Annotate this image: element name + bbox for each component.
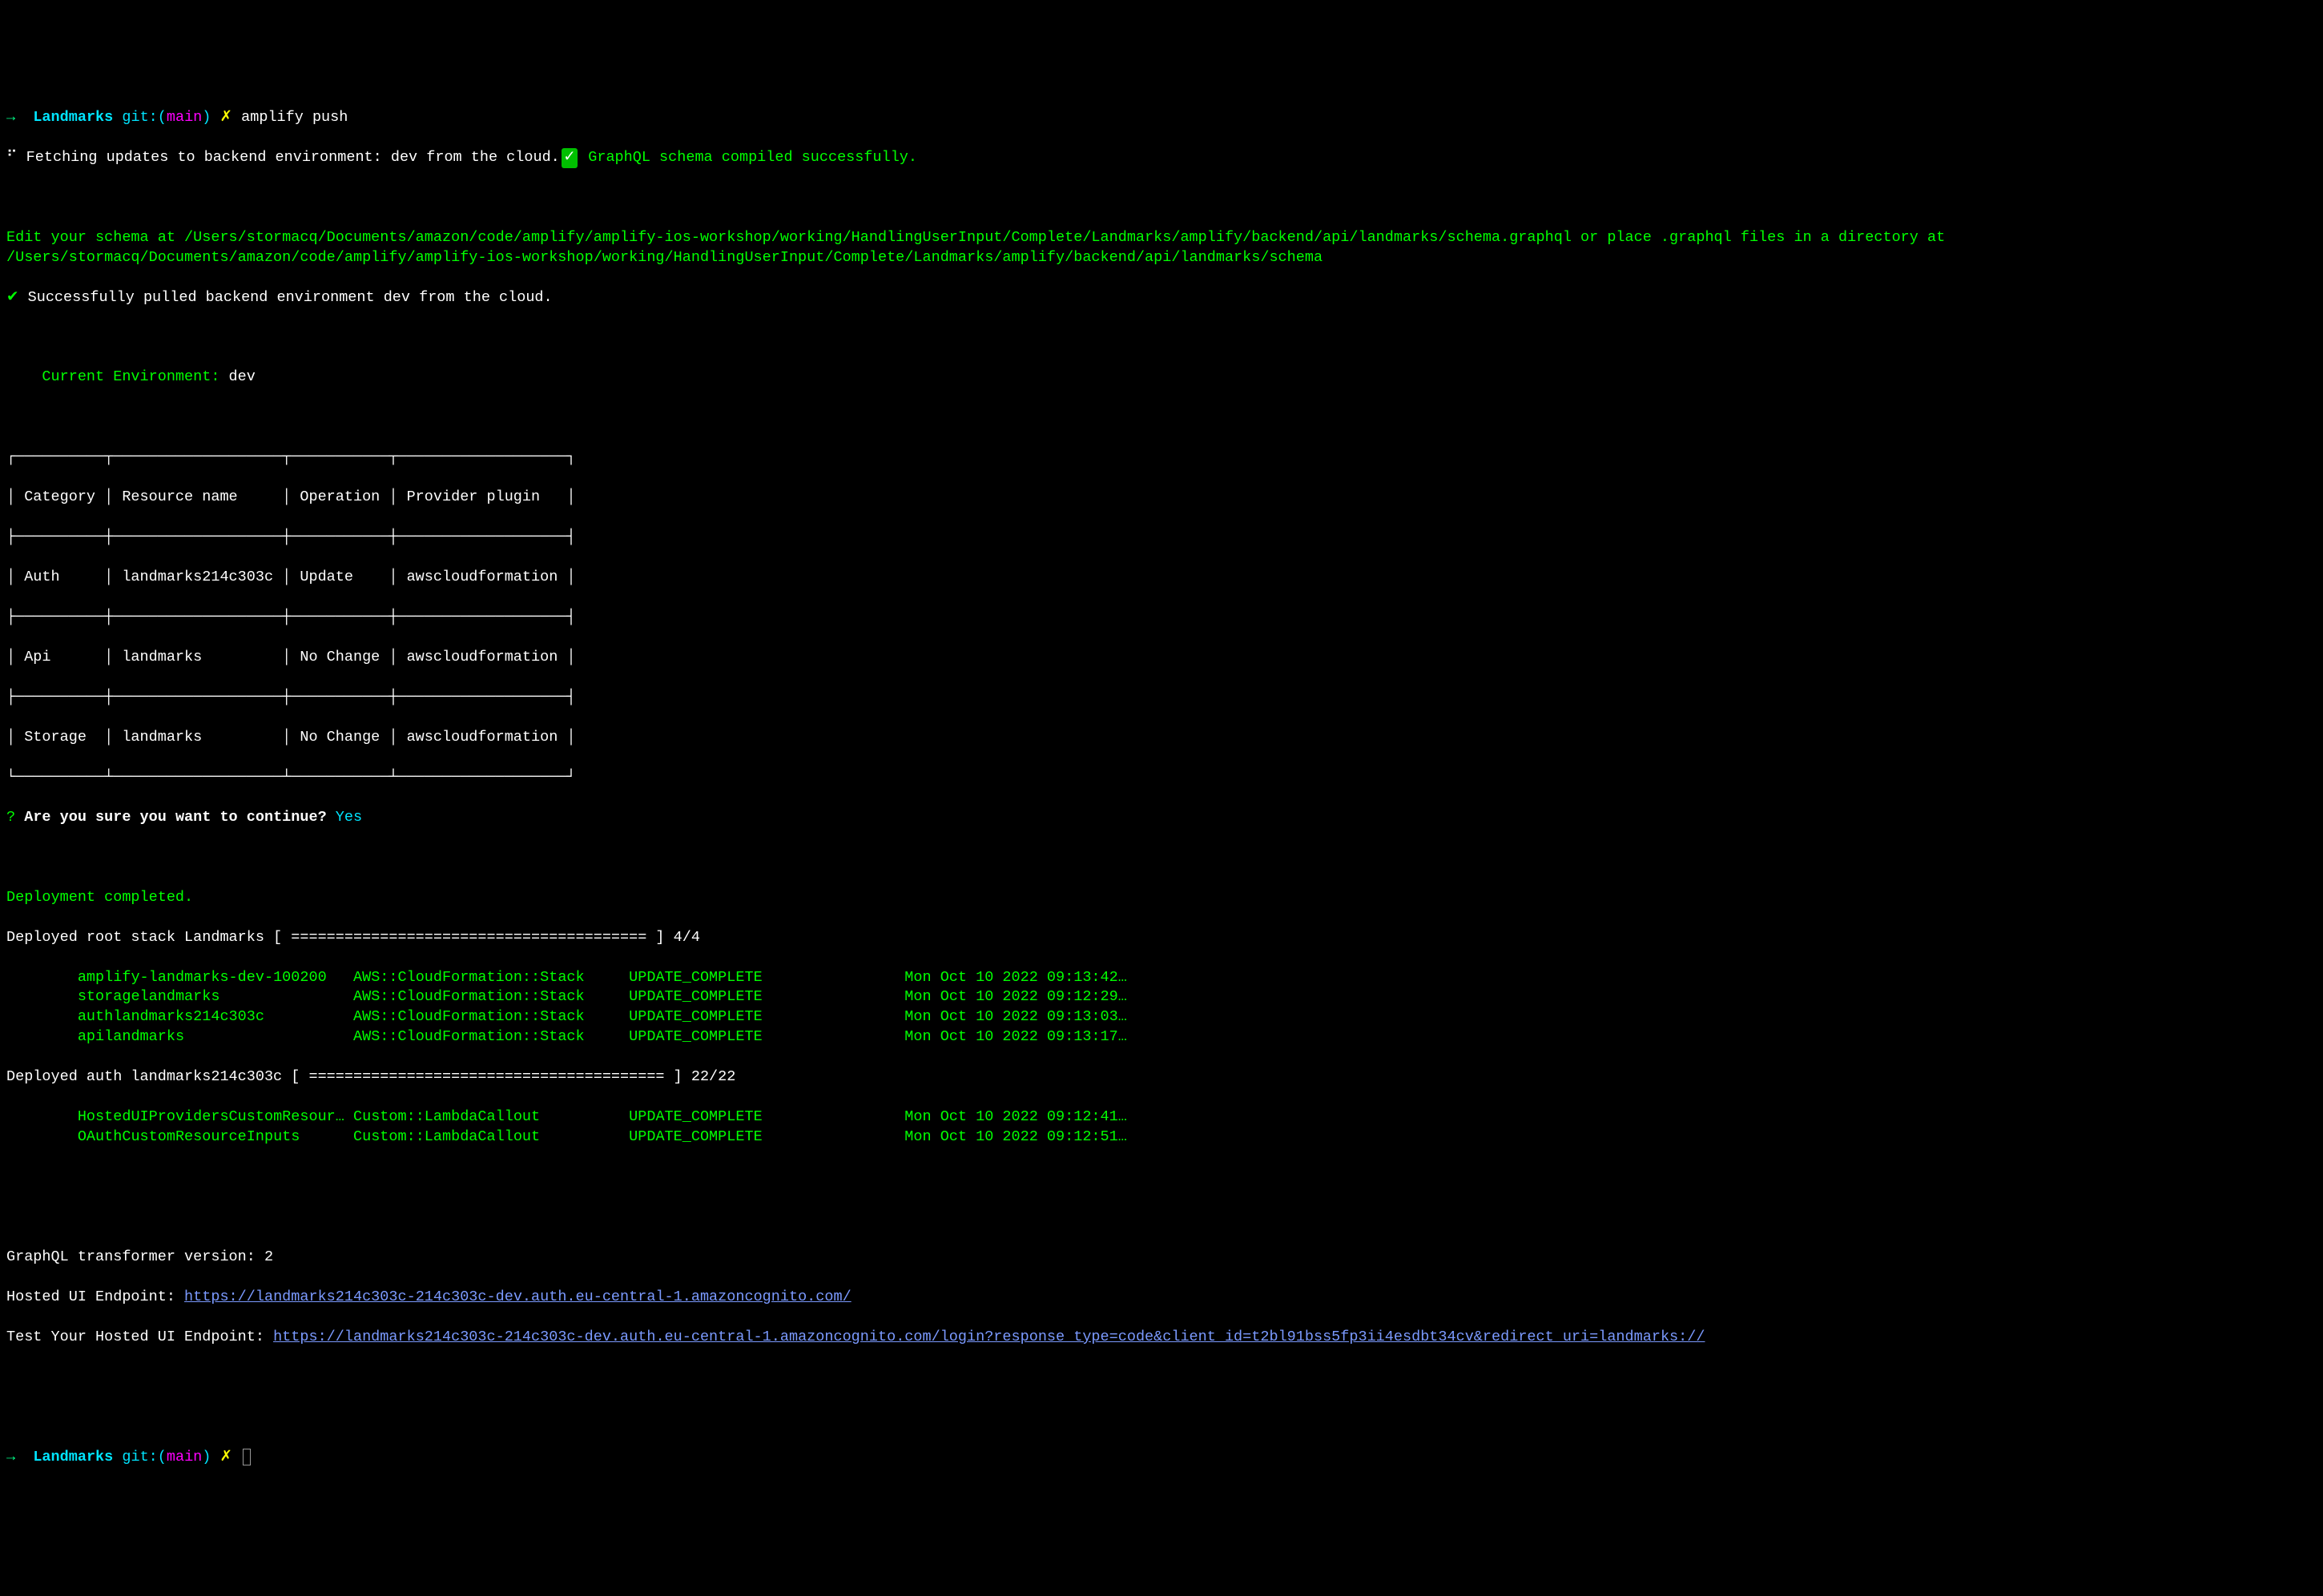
stack-row: OAuthCustomResourceInputs Custom::Lambda… [6, 1128, 2317, 1148]
stack-name: OAuthCustomResourceInputs [78, 1128, 353, 1145]
stack-name: authlandmarks214c303c [78, 1008, 353, 1025]
blank-line [6, 1408, 2317, 1428]
stack-timestamp: Mon Oct 10 2022 09:13:42… [904, 969, 1127, 986]
stack-type: AWS::CloudFormation::Stack [353, 969, 629, 986]
stack-type: Custom::LambdaCallout [353, 1128, 629, 1145]
check-icon: ✓ [562, 148, 578, 168]
auth-items: HostedUIProvidersCustomResour… Custom::L… [6, 1108, 2317, 1148]
blank-line [6, 848, 2317, 868]
graphql-transformer: GraphQL transformer version: 2 [6, 1248, 2317, 1268]
terminal-output[interactable]: → Landmarks git:(main) ✗ amplify push ⠋ … [6, 88, 2317, 1488]
env-label: Current Environment: [6, 368, 219, 385]
check-icon: ✔ [6, 289, 19, 306]
fetching-text: Fetching updates to backend environment:… [26, 149, 560, 166]
prompt-line-2[interactable]: → Landmarks git:(main) ✗ [6, 1448, 2317, 1468]
git-label: git:( [122, 109, 167, 126]
prompt-dir: Landmarks [33, 109, 113, 126]
git-label: git:( [122, 1449, 167, 1465]
table-sep: ├──────────┼───────────────────┼────────… [6, 688, 2317, 708]
stack-row: HostedUIProvidersCustomResour… Custom::L… [6, 1108, 2317, 1128]
git-branch: main [167, 109, 202, 126]
stack-row: authlandmarks214c303c AWS::CloudFormatio… [6, 1007, 2317, 1027]
table-row: │ Storage │ landmarks │ No Change │ awsc… [6, 728, 2317, 748]
hosted-url-link[interactable]: https://landmarks214c303c-214c303c-dev.a… [184, 1288, 851, 1305]
pulled-line: ✔ Successfully pulled backend environmen… [6, 288, 2317, 308]
stack-status: UPDATE_COMPLETE [629, 1008, 904, 1025]
hosted-endpoint-line: Hosted UI Endpoint: https://landmarks214… [6, 1288, 2317, 1308]
table-header: │ Category │ Resource name │ Operation │… [6, 488, 2317, 508]
git-branch: main [167, 1449, 202, 1465]
blank-line [6, 1208, 2317, 1228]
stack-row: storagelandmarks AWS::CloudFormation::St… [6, 987, 2317, 1007]
git-close: ) [202, 109, 211, 126]
stack-timestamp: Mon Oct 10 2022 09:12:51… [904, 1128, 1127, 1145]
table-sep: ├──────────┼───────────────────┼────────… [6, 528, 2317, 548]
table-row: │ Auth │ landmarks214c303c │ Update │ aw… [6, 568, 2317, 588]
confirm-answer: Yes [336, 809, 362, 826]
stack-status: UPDATE_COMPLETE [629, 1128, 904, 1145]
blank-line [6, 1368, 2317, 1388]
env-line: Current Environment: dev [6, 368, 2317, 388]
table-border-top: ┌──────────┬───────────────────┬────────… [6, 448, 2317, 468]
deployed-auth-line: Deployed auth landmarks214c303c [ ======… [6, 1067, 2317, 1087]
stack-timestamp: Mon Oct 10 2022 09:12:41… [904, 1108, 1127, 1125]
blank-line [6, 408, 2317, 428]
stack-type: AWS::CloudFormation::Stack [353, 1028, 629, 1045]
stack-name: apilandmarks [78, 1028, 353, 1045]
dirty-marker-icon: ✗ [220, 109, 233, 126]
prompt-arrow-icon: → [6, 1449, 15, 1465]
deployed-root-line: Deployed root stack Landmarks [ ========… [6, 928, 2317, 948]
blank-line [6, 188, 2317, 208]
stack-name: HostedUIProvidersCustomResour… [78, 1108, 353, 1125]
edit-schema-line: Edit your schema at /Users/stormacq/Docu… [6, 228, 2317, 268]
blank-line [6, 328, 2317, 348]
question-icon: ? [6, 809, 15, 826]
stack-name: storagelandmarks [78, 988, 353, 1005]
stack-timestamp: Mon Oct 10 2022 09:13:17… [904, 1028, 1127, 1045]
root-items: amplify-landmarks-dev-100200 AWS::CloudF… [6, 968, 2317, 1048]
cursor-icon [243, 1449, 251, 1465]
spinner-icon: ⠋ [6, 149, 18, 166]
confirm-text: Are you sure you want to continue? [24, 809, 326, 826]
stack-timestamp: Mon Oct 10 2022 09:12:29… [904, 988, 1127, 1005]
pulled-text: Successfully pulled backend environment … [28, 289, 553, 306]
table-row: │ Api │ landmarks │ No Change │ awscloud… [6, 648, 2317, 668]
stack-row: amplify-landmarks-dev-100200 AWS::CloudF… [6, 968, 2317, 988]
stack-name: amplify-landmarks-dev-100200 [78, 969, 353, 986]
stack-status: UPDATE_COMPLETE [629, 1108, 904, 1125]
stack-status: UPDATE_COMPLETE [629, 988, 904, 1005]
blank-line [6, 1168, 2317, 1188]
prompt-arrow-icon: → [6, 109, 15, 126]
prompt-dir: Landmarks [33, 1449, 113, 1465]
test-endpoint-line: Test Your Hosted UI Endpoint: https://la… [6, 1328, 2317, 1348]
typed-command: amplify push [241, 109, 348, 126]
stack-timestamp: Mon Oct 10 2022 09:13:03… [904, 1008, 1127, 1025]
stack-status: UPDATE_COMPLETE [629, 969, 904, 986]
deployment-completed: Deployment completed. [6, 888, 2317, 908]
confirm-line: ? Are you sure you want to continue? Yes [6, 808, 2317, 828]
prompt-line-1: → Landmarks git:(main) ✗ amplify push [6, 108, 2317, 128]
stack-type: AWS::CloudFormation::Stack [353, 988, 629, 1005]
git-close: ) [202, 1449, 211, 1465]
dirty-marker-icon: ✗ [220, 1449, 233, 1465]
test-url-link[interactable]: https://landmarks214c303c-214c303c-dev.a… [273, 1329, 1705, 1345]
hosted-label: Hosted UI Endpoint: [6, 1288, 184, 1305]
stack-type: Custom::LambdaCallout [353, 1108, 629, 1125]
env-value: dev [219, 368, 255, 385]
table-sep: ├──────────┼───────────────────┼────────… [6, 608, 2317, 628]
fetching-line: ⠋ Fetching updates to backend environmen… [6, 148, 2317, 168]
stack-type: AWS::CloudFormation::Stack [353, 1008, 629, 1025]
stack-status: UPDATE_COMPLETE [629, 1028, 904, 1045]
test-label: Test Your Hosted UI Endpoint: [6, 1329, 273, 1345]
stack-row: apilandmarks AWS::CloudFormation::Stack … [6, 1027, 2317, 1047]
compiled-text: GraphQL schema compiled successfully. [588, 149, 917, 166]
table-border-bottom: └──────────┴───────────────────┴────────… [6, 768, 2317, 788]
